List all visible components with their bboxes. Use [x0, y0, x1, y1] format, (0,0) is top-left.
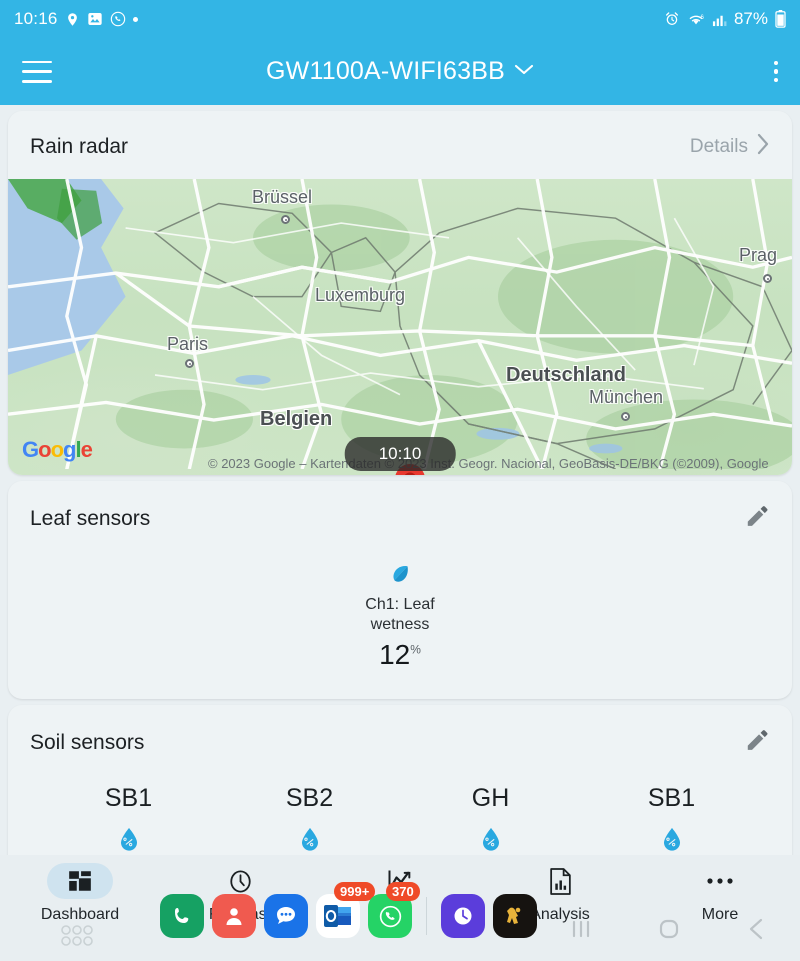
- chevron-right-icon: [756, 133, 770, 161]
- status-bar-right: 6 87%: [664, 9, 786, 29]
- leaf-sensors-header: Leaf sensors: [8, 481, 792, 552]
- rain-radar-header: Rain radar Details: [8, 111, 792, 179]
- soil-sensor-name: SB2: [285, 784, 334, 812]
- rain-radar-map[interactable]: Deutschland Belgien Tschechien Österreic…: [8, 179, 792, 475]
- whatsapp-icon: [110, 11, 126, 27]
- soil-sensor-name: SB1: [104, 784, 153, 812]
- soil-sensor-name: SB1: [647, 784, 696, 812]
- nav-label-more: More: [701, 906, 739, 923]
- map-label-city: Brüssel: [252, 187, 313, 207]
- nav-label-forecast: Forecast: [208, 906, 272, 923]
- leaf-sensor-tile[interactable]: Ch1: Leaf wetness 12%: [365, 562, 435, 671]
- soil-sensors-title: Soil sensors: [30, 730, 145, 754]
- rain-radar-details-link[interactable]: Details: [690, 133, 770, 161]
- city-dot-icon: [185, 359, 194, 368]
- line-chart-icon: [367, 863, 433, 899]
- leaf-sensor-label: Ch1: Leaf wetness: [365, 596, 435, 633]
- page-title[interactable]: GW1100A-WIFI63BB: [266, 57, 505, 86]
- clock-icon: [207, 863, 273, 899]
- map-attribution: © 2023 Google – Kartendaten © 2023 Inst.…: [208, 456, 769, 471]
- nav-tab-analysis[interactable]: Analysis: [480, 863, 640, 924]
- rain-radar-card: Rain radar Details Deutschland Belgien B…: [8, 111, 792, 475]
- battery-icon: [775, 10, 786, 28]
- soil-moisture-droplet-icon: [662, 827, 682, 856]
- alarm-clock-icon: [664, 11, 680, 27]
- cellular-signal-icon: [712, 12, 727, 27]
- details-label: Details: [689, 136, 748, 157]
- map-label-city: München: [589, 387, 664, 407]
- soil-sensor-column[interactable]: SB1: [581, 784, 762, 856]
- city-dot-icon: [621, 412, 630, 421]
- map-label-country: Deutschland: [506, 364, 627, 386]
- leaf-sensors-title: Leaf sensors: [30, 506, 151, 530]
- more-dots-icon: [687, 863, 753, 899]
- battery-percent-label: 87%: [733, 9, 768, 28]
- map-label-country: Belgien: [260, 408, 333, 430]
- city-dot-icon: [281, 215, 290, 224]
- map-label-city: Luxemburg: [315, 285, 406, 305]
- leaf-wetness-icon: [388, 562, 412, 591]
- soil-sensor-name: GH: [471, 784, 510, 812]
- soil-sensor-column[interactable]: SB1: [38, 784, 219, 856]
- gallery-image-icon: [87, 11, 103, 27]
- status-bar: 10:16 6 87%: [0, 0, 800, 38]
- nav-tab-forecast[interactable]: Forecast: [160, 863, 320, 924]
- content-scroll-area[interactable]: Rain radar Details Deutschland Belgien B…: [0, 105, 800, 961]
- wifi-6-icon: 6: [687, 12, 705, 27]
- leaf-sensor-value: 12%: [379, 639, 421, 670]
- leaf-sensors-card: Leaf sensors Ch1: Leaf wetness 12%: [8, 481, 792, 699]
- nav-label-dashboard: Dashboard: [40, 906, 120, 923]
- status-bar-left: 10:16: [14, 9, 138, 29]
- nav-label-analysis: Analysis: [530, 906, 590, 923]
- radar-timestamp: 10:10: [344, 437, 456, 471]
- nav-tab-more[interactable]: More: [640, 863, 800, 924]
- nav-tab-chart[interactable]: [320, 863, 480, 906]
- chevron-down-icon[interactable]: [514, 63, 534, 81]
- leaf-sensor-unit: %: [410, 642, 421, 657]
- nav-tab-dashboard[interactable]: Dashboard: [0, 863, 160, 924]
- soil-sensor-column[interactable]: GH: [400, 784, 581, 856]
- rain-radar-title: Rain radar: [30, 135, 129, 158]
- map-geography: [8, 179, 792, 470]
- map-label-city: Paris: [167, 334, 209, 354]
- app-root: 10:16 6 87% GW1100A-WIFI63BB Rain radar …: [0, 0, 800, 961]
- dot-indicator-icon: [132, 16, 138, 22]
- soil-moisture-droplet-icon: [300, 827, 320, 856]
- kebab-menu-icon[interactable]: [773, 60, 778, 83]
- soil-moisture-droplet-icon: [481, 827, 501, 856]
- soil-sensor-column[interactable]: SB2: [219, 784, 400, 856]
- app-title-container: GW1100A-WIFI63BB: [0, 38, 800, 105]
- map-label-city: Prag: [739, 245, 778, 265]
- soil-moisture-droplet-icon: [119, 827, 139, 856]
- bar-chart-document-icon: [527, 863, 593, 899]
- leaf-sensors-body: Ch1: Leaf wetness 12%: [8, 552, 792, 699]
- dashboard-grid-icon: [47, 863, 113, 899]
- google-logo: Google: [22, 437, 93, 462]
- app-bar: GW1100A-WIFI63BB: [0, 38, 800, 105]
- bottom-navigation-bar: Dashboard Forecast Analysis More: [0, 855, 800, 961]
- pencil-edit-icon[interactable]: [744, 503, 770, 534]
- location-pin-icon: [65, 11, 80, 28]
- status-bar-clock: 10:16: [14, 9, 58, 28]
- pencil-edit-icon[interactable]: [744, 727, 770, 758]
- svg-text:6: 6: [700, 14, 704, 20]
- city-dot-icon: [763, 274, 772, 283]
- soil-sensors-header: Soil sensors: [8, 705, 792, 776]
- hamburger-menu-icon[interactable]: [22, 60, 52, 83]
